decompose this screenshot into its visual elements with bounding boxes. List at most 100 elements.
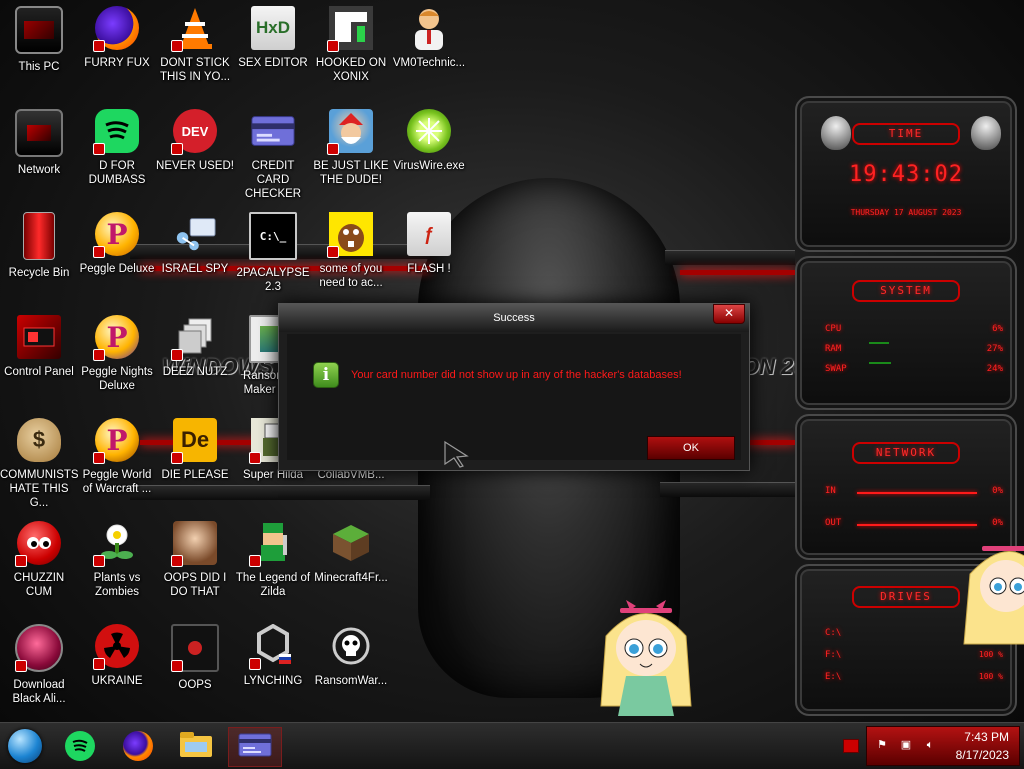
- desktop-icon-never-used[interactable]: DEV NEVER USED!: [156, 103, 234, 199]
- hxd-editor-icon: HxD: [251, 6, 295, 50]
- system-gadget: SYSTEM CPU 6% RAM 27% SWAP 24%: [795, 256, 1017, 410]
- skull-icon: [329, 624, 373, 668]
- ram-value: 27%: [986, 344, 1003, 354]
- desktop-icon-label: The Legend of Zilda: [235, 572, 311, 598]
- dialog-titlebar[interactable]: Success ✕: [279, 304, 749, 332]
- desktop-icon-this-pc[interactable]: This PC: [0, 0, 78, 96]
- desktop-icon-communists[interactable]: $ COMMUNISTS HATE THIS G...: [0, 412, 79, 509]
- wallpaper-bar: [665, 250, 795, 265]
- desktop-icon-sex-editor[interactable]: HxD SEX EDITOR: [234, 0, 312, 96]
- desktop-icon-recycle-bin[interactable]: Recycle Bin: [0, 206, 78, 302]
- drive-c-label: C:\: [825, 628, 842, 638]
- network-in-graph: [857, 492, 977, 494]
- desktop-icon-label: HOOKED ON XONIX: [315, 57, 387, 83]
- desktop-icon-peggle-nights-deluxe[interactable]: P Peggle Nights Deluxe: [78, 309, 156, 405]
- desktop-icon-label: Peggle Nights Deluxe: [81, 366, 153, 392]
- desktop-icon-flash[interactable]: ƒ FLASH !: [390, 206, 468, 302]
- vlc-cone-icon: [171, 6, 217, 52]
- desktop-icon-control-panel[interactable]: Control Panel: [0, 309, 78, 405]
- desktop-icon-2pacalypse[interactable]: C:\_ 2PACALYPSE 2.3: [234, 206, 312, 302]
- grass-block-icon: [329, 521, 373, 565]
- desktop-icon-download-black-alien[interactable]: Download Black Ali...: [0, 618, 78, 714]
- monitor-icon: [15, 6, 63, 54]
- cpu-value: 6%: [992, 324, 1003, 334]
- system-tray: ⚑ ▣ 🔈︎ 7:43 PM 8/17/2023: [866, 726, 1020, 766]
- desktop-icon-plants-vs-zombies[interactable]: Plants vs Zombies: [78, 515, 156, 611]
- ram-bar: [869, 342, 889, 344]
- desktop-icon-ukraine[interactable]: UKRAINE: [78, 618, 156, 714]
- desktop-icon-lynching[interactable]: LYNCHING: [234, 618, 312, 714]
- desktop-icon-network[interactable]: Network: [0, 103, 78, 199]
- network-status-icon[interactable]: ▣: [899, 739, 913, 752]
- cpu-label: CPU: [825, 324, 842, 334]
- desktop-icon-label: COMMUNISTS HATE THIS G...: [0, 469, 79, 509]
- desktop-icon-oops-did-i[interactable]: OOPS DID I DO THAT: [156, 515, 234, 611]
- desktop-icon-viruswire[interactable]: VirusWire.exe: [390, 103, 468, 199]
- desktop-icon-label: OOPS: [178, 679, 212, 691]
- desktop-icon-ransomware[interactable]: RansomWar...: [312, 618, 390, 714]
- desktop-icon-label: DIE PLEASE: [161, 469, 229, 481]
- firefox-icon: [123, 731, 153, 761]
- drives-gadget-title: DRIVES: [852, 586, 960, 608]
- tray-clock-date[interactable]: 8/17/2023: [956, 748, 1009, 762]
- beaver-icon: [327, 212, 373, 258]
- gadget-clock: 19:43:02: [849, 162, 963, 187]
- taskbar-spotify-button[interactable]: [60, 727, 100, 765]
- desktop-icon-label: Peggle World of Warcraft ...: [82, 469, 152, 495]
- desktop-icon-label: VM0Technic...: [392, 57, 466, 69]
- tray-clock-time[interactable]: 7:43 PM: [964, 730, 1009, 744]
- show-hidden-icons-button[interactable]: [843, 739, 859, 753]
- desktop-icon-label: DEEZ NUTZ: [162, 366, 228, 378]
- desktop-icon-label: some of you need to ac...: [319, 263, 383, 289]
- chuzzle-icon: [15, 521, 61, 567]
- zelda-icon: [249, 521, 295, 567]
- desktop-icon-d-for-dumbass[interactable]: D FOR DUMBASS: [78, 103, 156, 199]
- peggle-icon: P: [93, 212, 139, 258]
- oops-icon: [171, 624, 219, 672]
- desktop-icon-peggle-wow[interactable]: P Peggle World of Warcraft ...: [78, 412, 156, 508]
- desktop-icon-furry-fux[interactable]: FURRY FUX: [78, 0, 156, 96]
- desktop-icon-vm0technic[interactable]: VM0Technic...: [390, 0, 468, 96]
- recycle-bin-icon: [23, 212, 55, 260]
- desktop-icon-credit-card-checker[interactable]: CREDIT CARD CHECKER: [234, 103, 312, 200]
- desktop-icon-label: Network: [17, 164, 61, 176]
- desktop-icon-die-please[interactable]: De DIE PLEASE: [156, 412, 234, 508]
- desktop-icon-label: CREDIT CARD CHECKER: [244, 160, 302, 200]
- desktop-icon-legend-of-zilda[interactable]: The Legend of Zilda: [234, 515, 312, 611]
- desktop-icon-minecraft[interactable]: Minecraft4Fr...: [312, 515, 390, 611]
- desktop-icon-deez-nutz[interactable]: DEEZ NUTZ: [156, 309, 234, 405]
- de-icon: De: [171, 418, 217, 464]
- swap-bar: [869, 362, 891, 364]
- network-icon: [15, 109, 63, 157]
- dialog-close-button[interactable]: ✕: [713, 304, 745, 324]
- desktop-icon-oops[interactable]: OOPS: [156, 618, 234, 714]
- desktop-icon-israel-spy[interactable]: ISRAEL SPY: [156, 206, 234, 302]
- desktop-icon-label: Control Panel: [4, 366, 74, 378]
- volume-icon[interactable]: 🔈︎: [923, 739, 937, 752]
- desktop-icon-dont-stick[interactable]: DONT STICK THIS IN YO...: [156, 0, 234, 96]
- lime-icon: [407, 109, 451, 153]
- network-in-label: IN: [825, 486, 836, 496]
- desktop-icon-label: D FOR DUMBASS: [88, 160, 146, 186]
- alien-head-icon: [821, 116, 851, 150]
- ok-button[interactable]: OK: [647, 436, 735, 460]
- desktop-icon-label: Download Black Ali...: [12, 679, 66, 705]
- action-center-flag-icon[interactable]: ⚑: [875, 739, 889, 752]
- alien-head-icon: [971, 116, 1001, 150]
- swap-value: 24%: [986, 364, 1003, 374]
- desktop-icon-chuzzin-cum[interactable]: CHUZZIN CUM: [0, 515, 78, 611]
- desktop-icon-label: FURRY FUX: [84, 57, 150, 69]
- desktop-icon-hooked-on-xonix[interactable]: HOOKED ON XONIX: [312, 0, 390, 96]
- desktop-icon-label: CHUZZIN CUM: [13, 572, 65, 598]
- peggle-icon: P: [93, 418, 139, 464]
- desktop-icon-label: VirusWire.exe: [393, 160, 465, 172]
- desktop-icon-some-of-you[interactable]: some of you need to ac...: [312, 206, 390, 302]
- taskbar-credit-card-checker-button[interactable]: [228, 727, 282, 767]
- desktop-icon-peggle-deluxe[interactable]: P Peggle Deluxe: [78, 206, 156, 302]
- taskbar-file-explorer-button[interactable]: [176, 727, 216, 765]
- desktop-icon-be-just-like-the-dude[interactable]: BE JUST LIKE THE DUDE!: [312, 103, 390, 199]
- start-button[interactable]: [8, 729, 42, 763]
- wallpaper-red-glow: [680, 270, 795, 275]
- taskbar-firefox-button[interactable]: [118, 727, 158, 765]
- desktop-icon-label: NEVER USED!: [156, 160, 234, 172]
